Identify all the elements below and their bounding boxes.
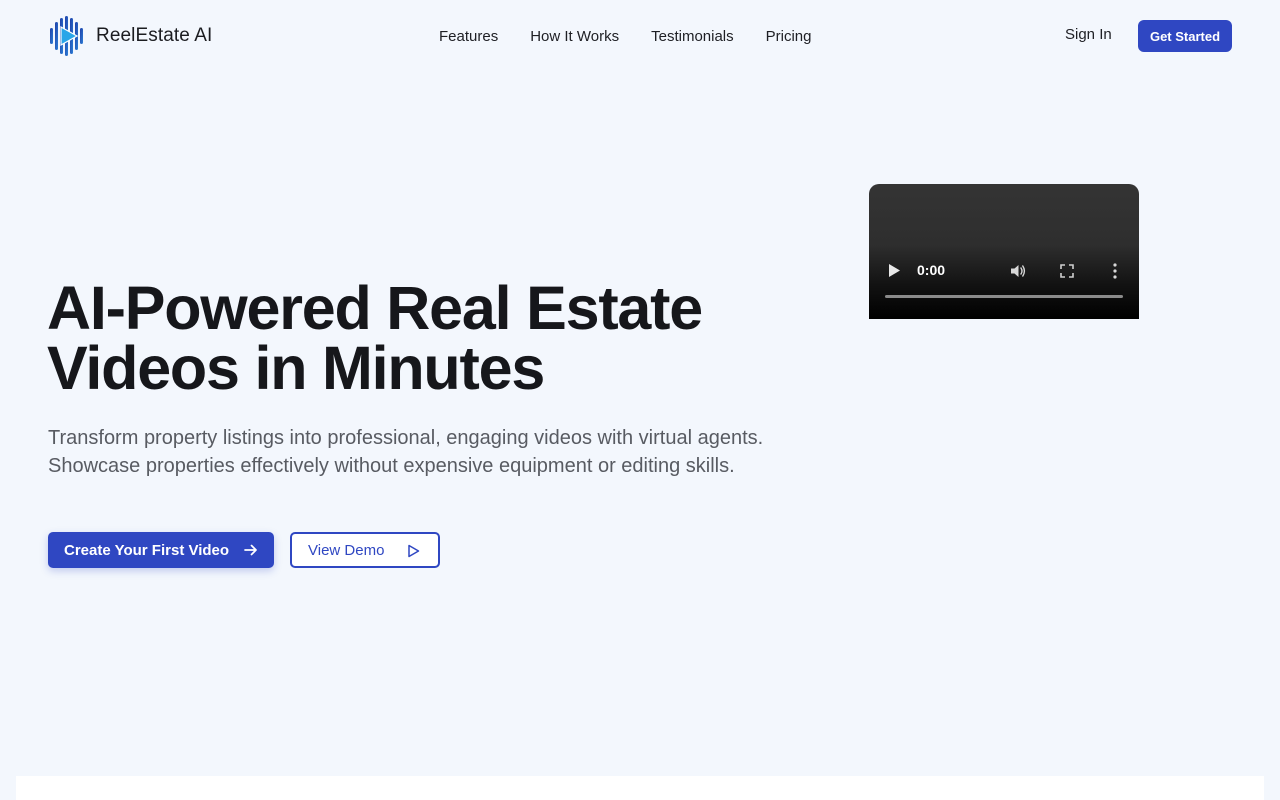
hero-title-line1: AI-Powered Real Estate (47, 274, 703, 342)
volume-icon[interactable] (1010, 263, 1026, 279)
video-player[interactable]: 0:00 (869, 184, 1139, 319)
create-first-video-button[interactable]: Create Your First Video (48, 532, 274, 568)
play-outline-icon (408, 544, 420, 558)
nav-testimonials[interactable]: Testimonials (651, 28, 734, 45)
nav-how-it-works[interactable]: How It Works (530, 28, 619, 45)
create-first-video-label: Create Your First Video (64, 541, 230, 559)
video-time: 0:00 (917, 262, 946, 278)
view-demo-label: View Demo (308, 541, 385, 559)
sign-in-link[interactable]: Sign In (1065, 26, 1112, 43)
hero-title-line2: Videos in Minutes (47, 334, 545, 402)
brand-name: ReelEstate AI (96, 25, 213, 46)
hero-title: AI-Powered Real Estate Videos in Minutes (47, 278, 827, 399)
nav-pricing[interactable]: Pricing (766, 28, 812, 45)
next-section-card (16, 776, 1264, 800)
more-vertical-icon[interactable] (1112, 263, 1118, 279)
arrow-right-icon (244, 544, 257, 556)
fullscreen-icon[interactable] (1060, 264, 1074, 278)
site-header: ReelEstate AI Features How It Works Test… (0, 0, 1280, 72)
get-started-button[interactable]: Get Started (1138, 20, 1232, 52)
brand-logo[interactable]: ReelEstate AI (50, 16, 212, 56)
video-progress-track[interactable] (885, 295, 1123, 298)
nav-features[interactable]: Features (439, 28, 498, 45)
main-nav: Features How It Works Testimonials Prici… (439, 26, 812, 46)
play-icon[interactable] (889, 264, 900, 277)
play-reel-icon (50, 16, 83, 56)
hero-subtitle: Transform property listings into profess… (48, 427, 764, 477)
view-demo-button[interactable]: View Demo (290, 532, 440, 568)
